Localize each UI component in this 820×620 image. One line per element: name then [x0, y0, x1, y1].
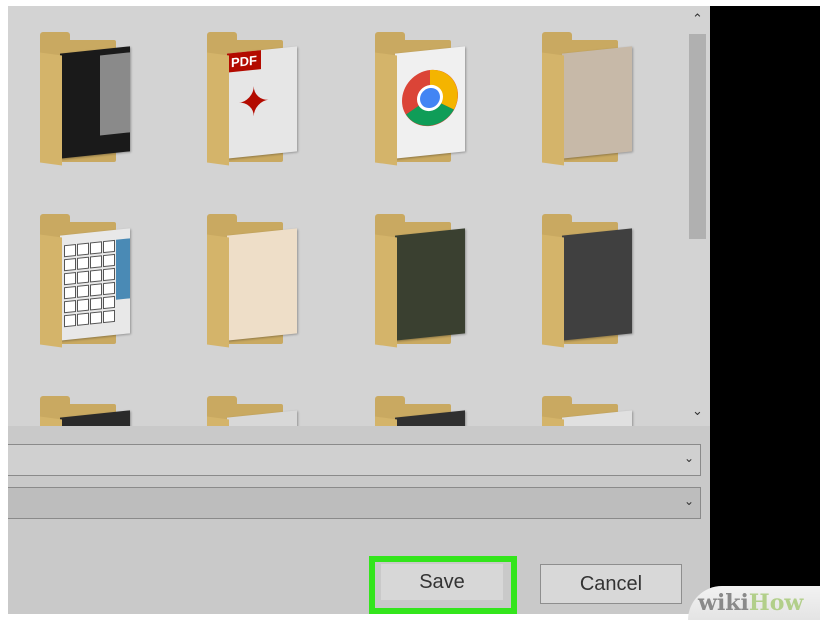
save-as-type-dropdown[interactable]: ⌄ [8, 487, 701, 519]
folder-icon[interactable] [38, 396, 148, 426]
watermark-how: How [748, 590, 804, 616]
pdf-folder-icon[interactable]: PDF ✦ [205, 32, 315, 170]
black-window-folder-icon[interactable] [38, 32, 148, 170]
chevron-down-icon[interactable]: ⌄ [684, 494, 694, 508]
save-dialog: PDF ✦ ⌃ ⌄ ⌄ ⌄ Save Cancel [8, 6, 710, 614]
folder-icon[interactable] [205, 396, 315, 426]
people-photo-folder-icon[interactable] [373, 214, 483, 352]
file-browser-pane: PDF ✦ [8, 6, 685, 426]
scroll-thumb[interactable] [689, 34, 706, 239]
file-name-field[interactable]: ⌄ [8, 444, 701, 476]
save-button[interactable]: Save [381, 564, 503, 600]
keyboard-photo-folder-icon[interactable] [38, 214, 148, 352]
baby-photo-folder-icon[interactable] [205, 214, 315, 352]
cancel-button[interactable]: Cancel [540, 564, 682, 604]
folder-icon[interactable] [540, 396, 650, 426]
watermark-wiki: wiki [698, 590, 749, 616]
wikihow-watermark: wikiHow [688, 586, 820, 620]
chrome-folder-icon[interactable] [373, 32, 483, 170]
chevron-down-icon[interactable]: ⌄ [684, 451, 694, 465]
scroll-up-icon[interactable]: ⌃ [685, 8, 710, 30]
desktop-background [710, 6, 820, 614]
vertical-scrollbar[interactable]: ⌃ ⌄ [685, 6, 710, 426]
dark-photo-folder-icon[interactable] [540, 214, 650, 352]
scroll-down-icon[interactable]: ⌄ [685, 400, 710, 422]
folder-icon[interactable] [373, 396, 483, 426]
cake-photo-folder-icon[interactable] [540, 32, 650, 170]
